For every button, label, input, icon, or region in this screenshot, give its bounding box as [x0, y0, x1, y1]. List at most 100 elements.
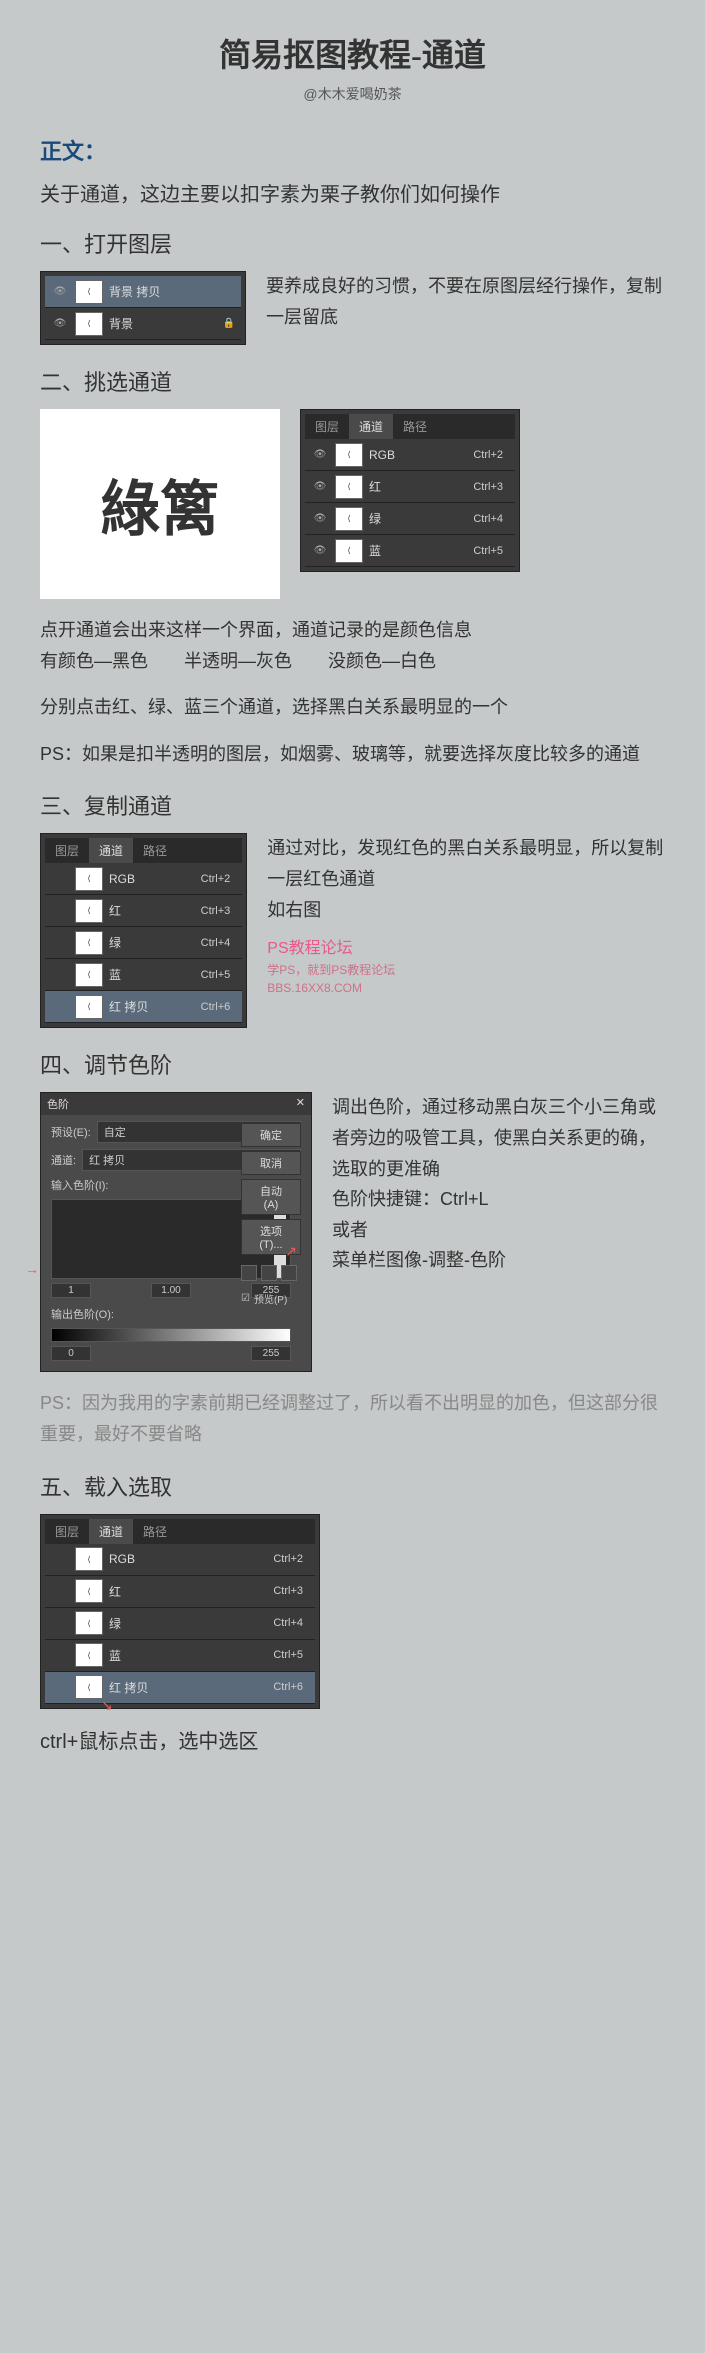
step3-desc: 通过对比，发现红色的黑白关系最明显，所以复制一层红色通道 如右图	[267, 833, 665, 925]
channel-thumbnail: ⟨	[335, 507, 363, 531]
visibility-icon[interactable]: 👁	[51, 317, 69, 331]
layer-row[interactable]: 👁 ⟨ 背景 🔒	[45, 308, 241, 340]
tab-layers[interactable]: 图层	[45, 838, 89, 863]
channel-name: 红 拷贝	[109, 998, 201, 1015]
visibility-icon[interactable]	[51, 1000, 69, 1014]
channel-thumbnail: ⟨	[75, 1579, 103, 1603]
layer-row[interactable]: 👁 ⟨ 背景 拷贝	[45, 276, 241, 308]
channel-row[interactable]: 👁 ⟨ 红Ctrl+3	[305, 471, 515, 503]
channel-thumbnail: ⟨	[75, 1547, 103, 1571]
input-black[interactable]: 1	[51, 1283, 91, 1298]
arrow-icon: ↘	[101, 1697, 113, 1714]
output-black[interactable]: 0	[51, 1346, 91, 1361]
visibility-icon[interactable]: 👁	[311, 512, 329, 526]
visibility-icon[interactable]	[51, 872, 69, 886]
channel-shortcut: Ctrl+3	[473, 481, 509, 493]
layer-name: 背景	[109, 315, 223, 332]
visibility-icon[interactable]: 👁	[311, 544, 329, 558]
channel-shortcut: Ctrl+6	[201, 1001, 237, 1013]
visibility-icon[interactable]	[51, 1584, 69, 1598]
channel-row[interactable]: ⟨ 红 拷贝Ctrl+6	[45, 991, 242, 1023]
visibility-icon[interactable]	[51, 968, 69, 982]
eyedropper-white-icon[interactable]	[281, 1265, 297, 1281]
step2-desc3: 分别点击红、绿、蓝三个通道，选择黑白关系最明显的一个	[40, 692, 665, 723]
channel-thumbnail: ⟨	[75, 1675, 103, 1699]
channel-name: RGB	[109, 872, 201, 886]
channel-row[interactable]: ⟨RGBCtrl+2	[45, 863, 242, 895]
step1-title: 一、打开图层	[40, 227, 665, 259]
channel-thumbnail: ⟨	[335, 475, 363, 499]
channel-thumbnail: ⟨	[75, 963, 103, 987]
tab-channels[interactable]: 通道	[89, 838, 133, 863]
step2-desc1: 点开通道会出来这样一个界面，通道记录的是颜色信息	[40, 615, 665, 646]
channel-row[interactable]: 👁⟨蓝Ctrl+5	[305, 535, 515, 567]
step5-note: ctrl+鼠标点击，选中选区	[40, 1725, 665, 1754]
channel-shortcut: Ctrl+5	[273, 1649, 309, 1661]
ok-button[interactable]: 确定	[241, 1123, 301, 1147]
visibility-icon[interactable]	[51, 1552, 69, 1566]
visibility-icon[interactable]	[51, 936, 69, 950]
section-label: 正文：	[40, 134, 665, 166]
channel-name: 红	[109, 902, 201, 919]
visibility-icon[interactable]	[51, 1648, 69, 1662]
channel-row[interactable]: ⟨红Ctrl+3	[45, 895, 242, 927]
channel-shortcut: Ctrl+5	[473, 545, 509, 557]
channel-row[interactable]: ⟨绿Ctrl+4	[45, 927, 242, 959]
channel-thumbnail: ⟨	[75, 995, 103, 1019]
channel-row[interactable]: 👁⟨绿Ctrl+4	[305, 503, 515, 535]
channel-row[interactable]: ⟨ 红 拷贝Ctrl+6	[45, 1672, 315, 1704]
channel-name: 绿	[109, 934, 201, 951]
intro-text: 关于通道，这边主要以扣字素为栗子教你们如何操作	[40, 178, 665, 207]
tab-paths[interactable]: 路径	[133, 1519, 177, 1544]
channel-row[interactable]: ⟨蓝Ctrl+5	[45, 1640, 315, 1672]
channel-shortcut: Ctrl+6	[273, 1681, 309, 1693]
step2-title: 二、挑选通道	[40, 365, 665, 397]
lock-icon: 🔒	[223, 318, 235, 329]
step3-title: 三、复制通道	[40, 789, 665, 821]
visibility-icon[interactable]: 👁	[51, 285, 69, 299]
close-icon[interactable]: ✕	[296, 1096, 305, 1112]
channels-panel: 图层 通道 路径 ⟨RGBCtrl+2⟨红Ctrl+3⟨绿Ctrl+4⟨蓝Ctr…	[40, 1514, 320, 1709]
auto-button[interactable]: 自动(A)	[241, 1179, 301, 1215]
channel-name: 绿	[369, 510, 473, 527]
cancel-button[interactable]: 取消	[241, 1151, 301, 1175]
channel-name: 绿	[109, 1615, 273, 1632]
step5-title: 五、载入选取	[40, 1470, 665, 1502]
tab-paths[interactable]: 路径	[133, 838, 177, 863]
channel-row[interactable]: ⟨ 红Ctrl+3	[45, 1576, 315, 1608]
channel-name: 红	[109, 1583, 273, 1600]
channel-name: 蓝	[109, 966, 201, 983]
visibility-icon[interactable]: 👁	[311, 448, 329, 462]
tab-channels[interactable]: 通道	[349, 414, 393, 439]
channel-row[interactable]: ⟨绿Ctrl+4	[45, 1608, 315, 1640]
tab-channels[interactable]: 通道	[89, 1519, 133, 1544]
step4-desc: 调出色阶，通过移动黑白灰三个小三角或者旁边的吸管工具，使黑白关系更的确，选取的更…	[332, 1092, 665, 1276]
channel-name: 红	[369, 478, 473, 495]
eyedropper-black-icon[interactable]	[241, 1265, 257, 1281]
channel-name: 红 拷贝	[109, 1679, 273, 1696]
output-white[interactable]: 255	[251, 1346, 291, 1361]
channel-row[interactable]: 👁⟨RGBCtrl+2	[305, 439, 515, 471]
layer-thumbnail: ⟨	[75, 280, 103, 304]
calligraphy-preview: 綠篱	[40, 409, 280, 599]
tab-paths[interactable]: 路径	[393, 414, 437, 439]
preview-label: 预览(P)	[254, 1291, 287, 1306]
channel-thumbnail: ⟨	[75, 867, 103, 891]
channels-panel: 图层 通道 路径 ⟨RGBCtrl+2⟨红Ctrl+3⟨绿Ctrl+4⟨蓝Ctr…	[40, 833, 247, 1028]
visibility-icon[interactable]	[51, 1616, 69, 1630]
visibility-icon[interactable]	[51, 1680, 69, 1694]
visibility-icon[interactable]: 👁	[311, 480, 329, 494]
input-gamma[interactable]: 1.00	[151, 1283, 191, 1298]
channel-row[interactable]: ⟨蓝Ctrl+5	[45, 959, 242, 991]
channel-row[interactable]: ⟨RGBCtrl+2	[45, 1544, 315, 1576]
channel-thumbnail: ⟨	[75, 1643, 103, 1667]
visibility-icon[interactable]	[51, 904, 69, 918]
channel-shortcut: Ctrl+3	[273, 1585, 309, 1597]
channel-name: RGB	[109, 1552, 273, 1566]
tab-layers[interactable]: 图层	[305, 414, 349, 439]
eyedropper-gray-icon[interactable]	[261, 1265, 277, 1281]
preview-checkbox[interactable]: ☑	[241, 1293, 250, 1304]
tab-layers[interactable]: 图层	[45, 1519, 89, 1544]
levels-dialog: 色阶 ✕ 预设(E): 自定 通道: 红 拷贝 输入色阶(I): 1 1.00 …	[40, 1092, 312, 1372]
channel-thumbnail: ⟨	[75, 1611, 103, 1635]
